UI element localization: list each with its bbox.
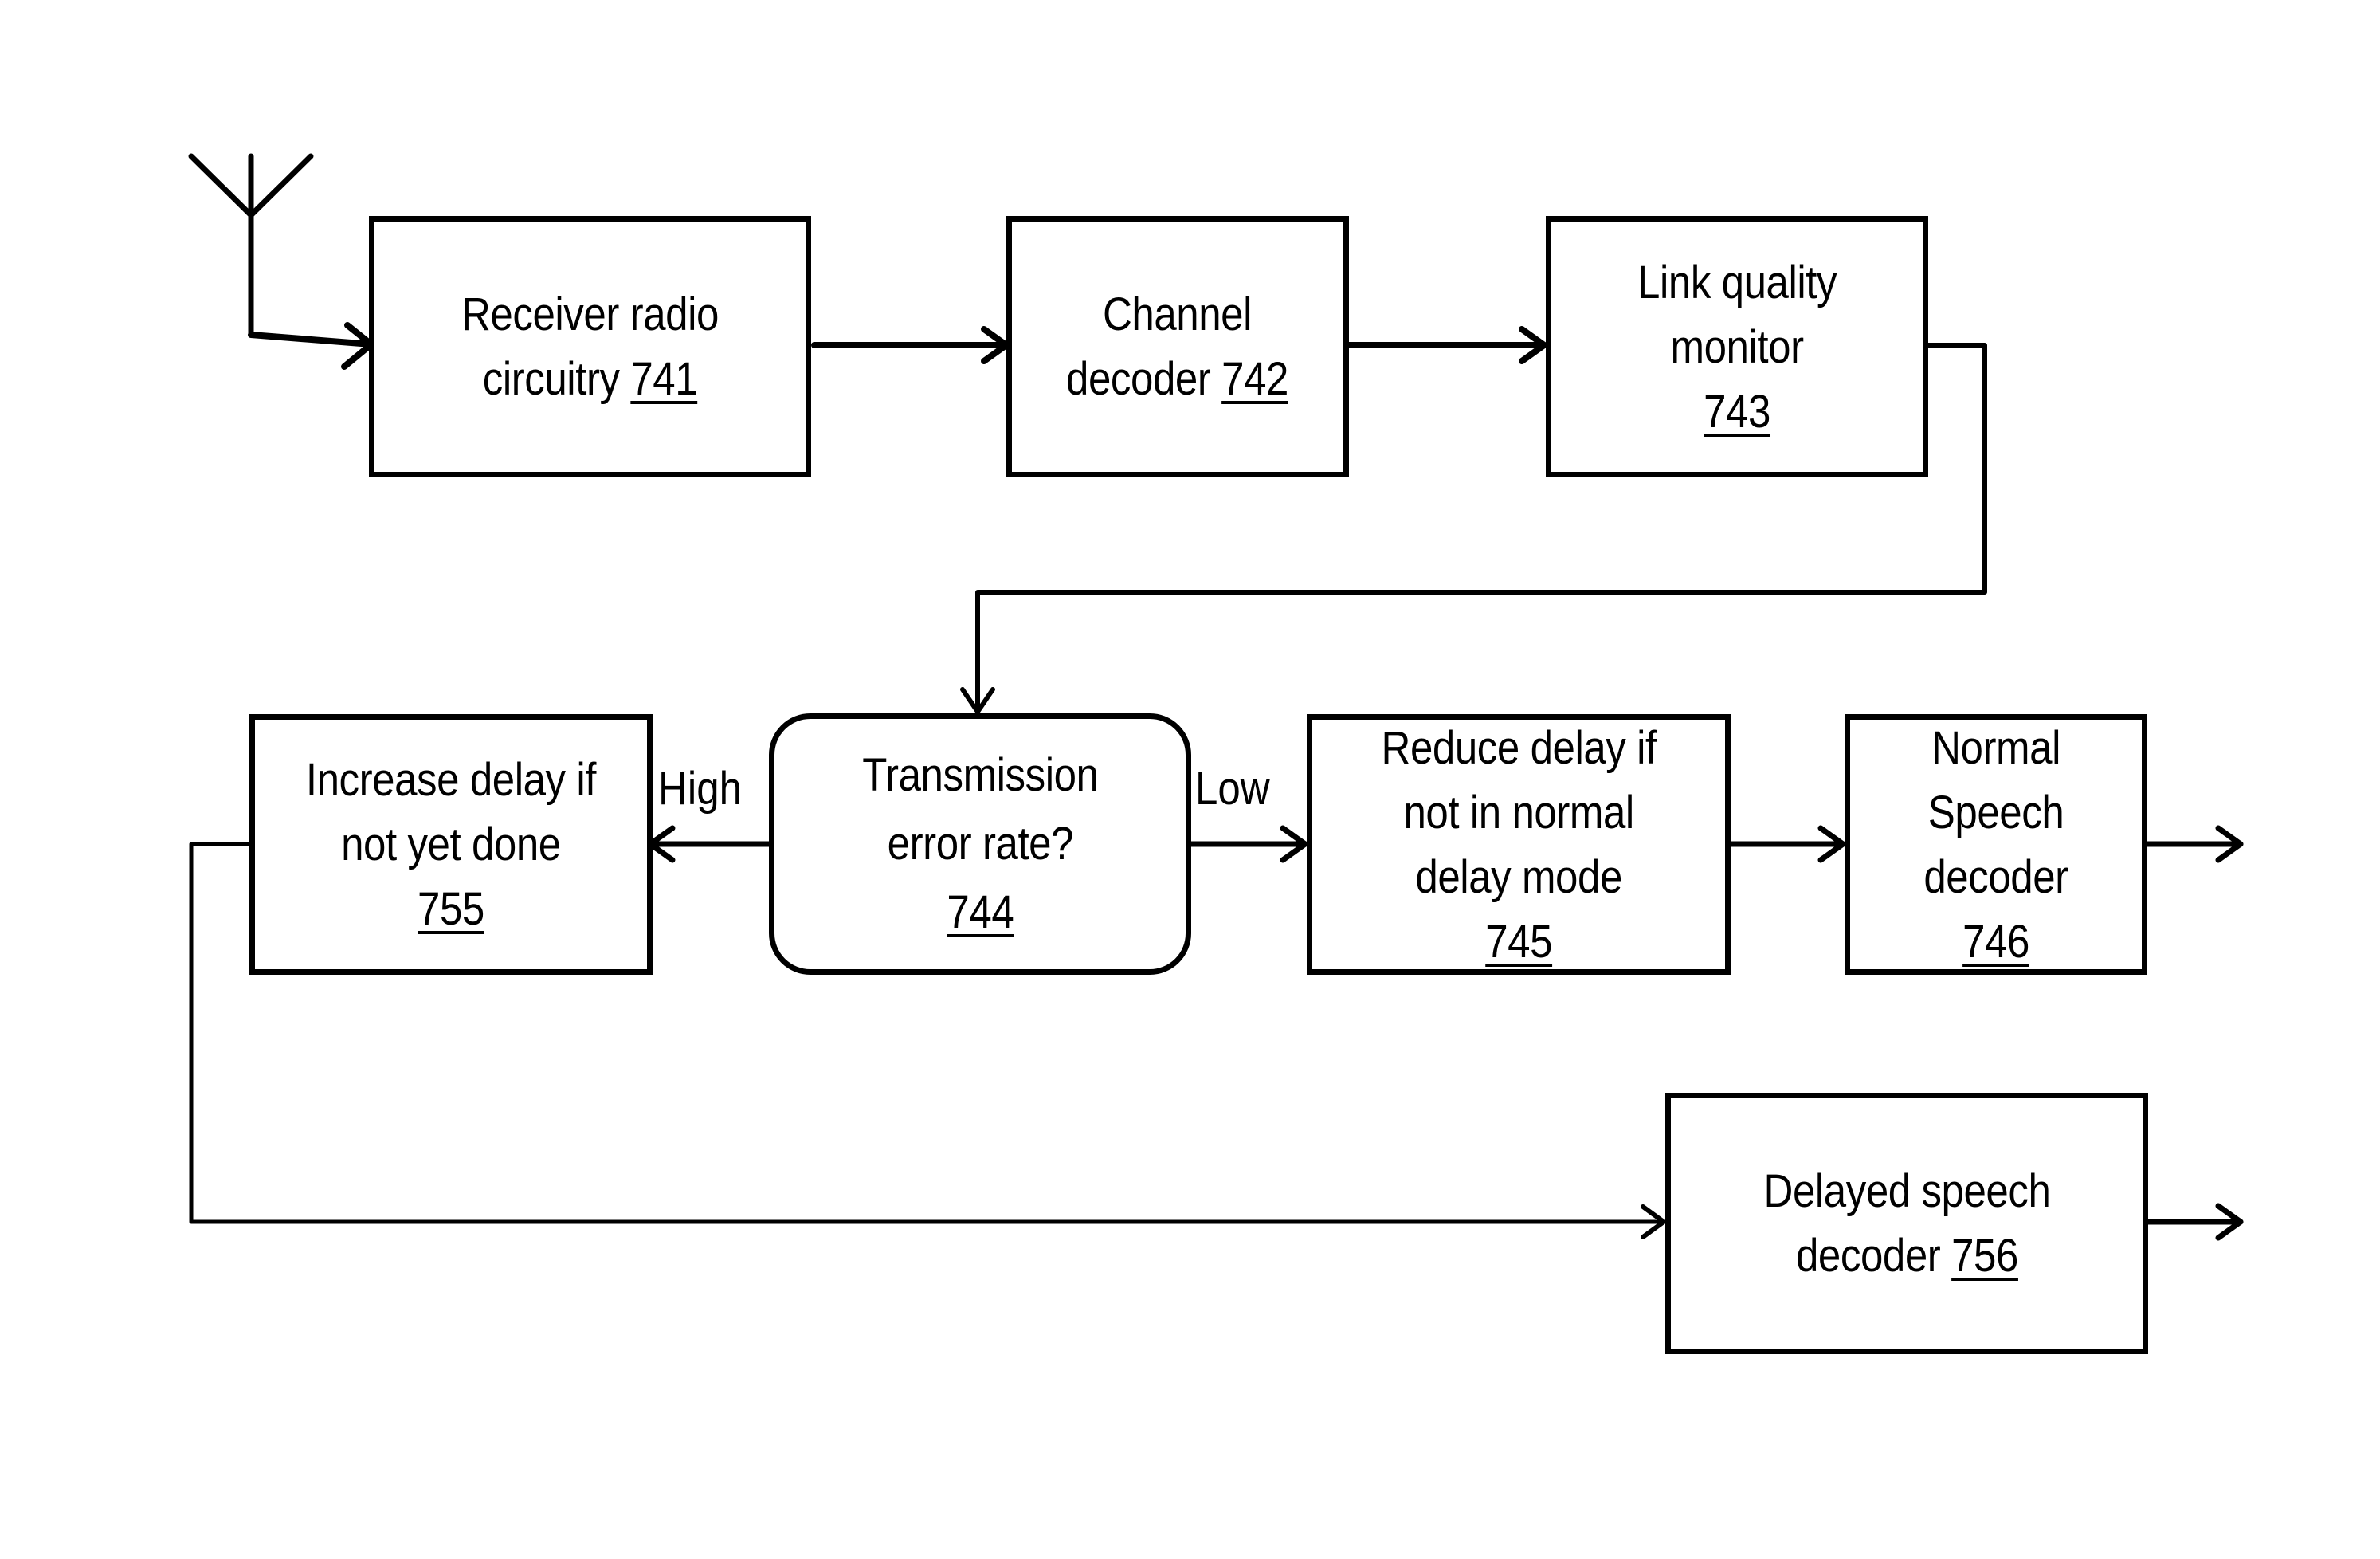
transmission-error-rate-decision: Transmission error rate? 744	[769, 713, 1191, 975]
channel-block-label: Channel decoder 742	[1067, 282, 1289, 411]
link-line1: Link quality	[1637, 256, 1837, 308]
receiver-ref-number: 741	[630, 353, 698, 405]
reduce-line3: delay mode	[1415, 850, 1622, 903]
delayed-line2: decoder 756	[1763, 1223, 2050, 1288]
link-quality-monitor-block: Link quality monitor 743	[1546, 216, 1928, 477]
normal-line1: Normal	[1931, 721, 2060, 774]
arrow-antenna-to-receiver	[248, 332, 374, 348]
edge-label-low: Low	[1195, 763, 1270, 815]
decision-ref-number: 744	[947, 886, 1014, 938]
delayed-block-label: Delayed speech decoder 756	[1763, 1159, 2050, 1288]
increase-block-label: Increase delay if not yet done 755	[305, 748, 597, 941]
receiver-radio-circuitry-block: Receiver radio circuitry 741	[369, 216, 811, 477]
normal-block-label: Normal Speech decoder 746	[1923, 716, 2068, 974]
delayed-line1: Delayed speech	[1763, 1165, 2050, 1217]
decision-block-label: Transmission error rate? 744	[861, 741, 1099, 947]
reduce-ref-number: 745	[1485, 915, 1552, 968]
delayed-speech-decoder-block: Delayed speech decoder 756	[1665, 1093, 2148, 1354]
delayed-line2-text: decoder	[1795, 1230, 1941, 1282]
link-line2: monitor	[1670, 320, 1804, 373]
normal-line3: decoder	[1923, 850, 2068, 903]
edge-label-high: High	[658, 763, 742, 815]
normal-ref-number: 746	[1962, 915, 2029, 968]
increase-line1: Increase delay if	[305, 754, 597, 806]
receiver-block-label: Receiver radio circuitry 741	[461, 282, 719, 411]
delayed-ref-number: 756	[1951, 1230, 2018, 1282]
normal-speech-decoder-block: Normal Speech decoder 746	[1845, 714, 2147, 975]
decision-line1: Transmission	[861, 749, 1099, 801]
reduce-block-label: Reduce delay if not in normal delay mode…	[1381, 716, 1657, 974]
link-block-label: Link quality monitor 743	[1637, 250, 1837, 444]
channel-line2: decoder 742	[1067, 347, 1289, 411]
increase-delay-block: Increase delay if not yet done 755	[249, 714, 653, 975]
reduce-line1: Reduce delay if	[1381, 721, 1657, 774]
increase-line2: not yet done	[341, 819, 561, 870]
reduce-line2: not in normal	[1403, 786, 1634, 838]
link-ref-number: 743	[1704, 385, 1770, 438]
receiver-line1: Receiver radio	[461, 289, 719, 340]
channel-decoder-block: Channel decoder 742	[1006, 216, 1349, 477]
channel-line2-text: decoder	[1066, 353, 1212, 405]
receiver-line2: circuitry 741	[461, 347, 719, 411]
channel-ref-number: 742	[1221, 353, 1289, 405]
increase-ref-number: 755	[418, 883, 484, 935]
normal-line2: Speech	[1927, 786, 2064, 838]
receiver-line2-text: circuitry	[482, 353, 620, 405]
reduce-delay-block: Reduce delay if not in normal delay mode…	[1307, 714, 1731, 975]
antenna-icon	[188, 153, 314, 338]
channel-line1: Channel	[1103, 289, 1253, 340]
decision-line2: error rate?	[887, 818, 1073, 870]
